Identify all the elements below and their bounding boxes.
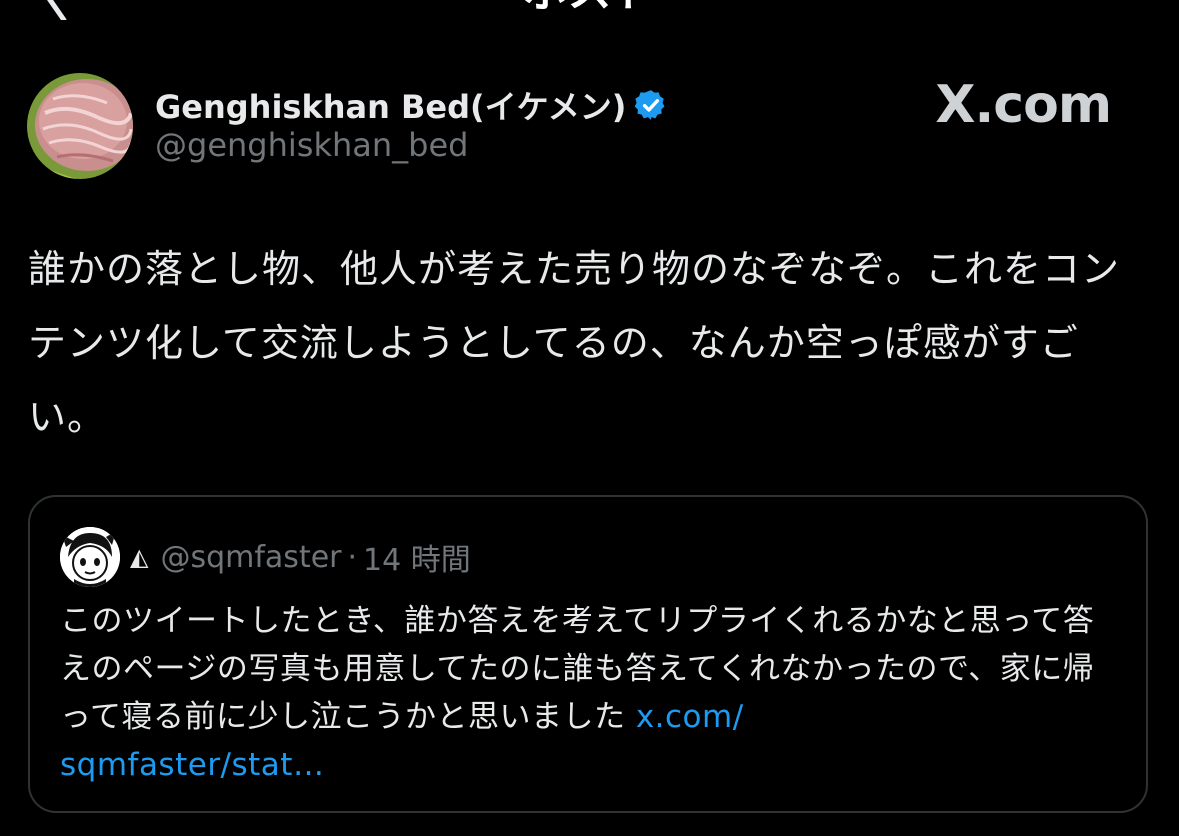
quoted-timestamp: 14 時間 bbox=[363, 543, 471, 578]
quoted-handle[interactable]: @sqmfaster bbox=[160, 540, 341, 575]
author-name-row[interactable]: Genghiskhan Bed(イケメン) bbox=[155, 78, 668, 132]
author-avatar[interactable] bbox=[27, 73, 133, 179]
author-display-name[interactable]: Genghiskhan Bed(イケメン) bbox=[155, 82, 626, 128]
page-title: ポスト bbox=[0, 0, 1179, 20]
quoted-separator: · bbox=[347, 539, 358, 575]
author-handle[interactable]: @genghiskhan_bed bbox=[155, 126, 468, 164]
quoted-post-text: このツイートしたとき、誰か答えを考えてリプライくれるかなと思って答えのページの写… bbox=[60, 597, 1120, 789]
quoted-post-header: ◭ @sqmfaster · 14 時間 bbox=[130, 535, 471, 579]
post-text: 誰かの落とし物、他人が考えた売り物のなぞなぞ。これをコンテンツ化して交流しようと… bbox=[28, 247, 1121, 439]
quoted-post-card[interactable]: ◭ @sqmfaster · 14 時間 このツイートしたとき、誰か答えを考えて… bbox=[28, 495, 1148, 813]
meat-avatar-image bbox=[27, 73, 133, 179]
top-bar: ポスト bbox=[0, 0, 1179, 20]
quoted-post-body: このツイートしたとき、誰か答えを考えてリプライくれるかなと思って答えのページの写… bbox=[60, 603, 1095, 735]
quoted-author-avatar[interactable] bbox=[60, 527, 120, 587]
verified-badge-icon bbox=[635, 90, 665, 120]
anime-avatar-image bbox=[60, 527, 120, 587]
x-com-watermark: X.com bbox=[935, 75, 1112, 135]
quoted-name-badge: ◭ bbox=[130, 543, 149, 571]
